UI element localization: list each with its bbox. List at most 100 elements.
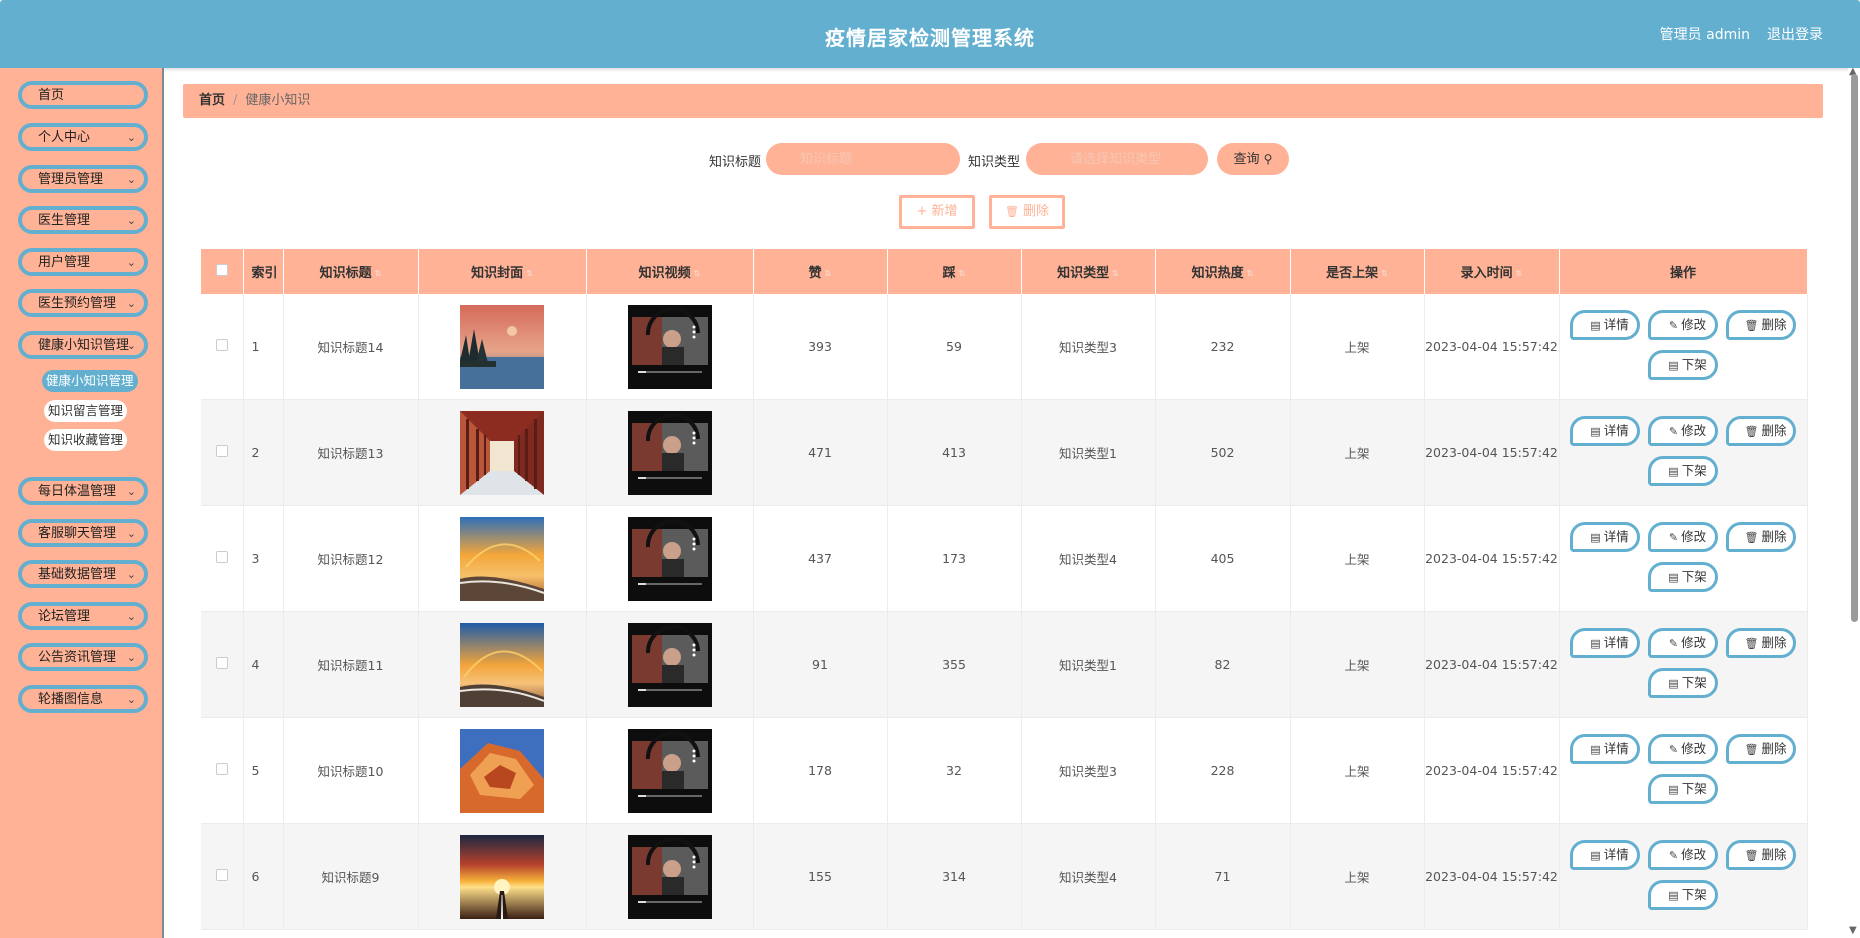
submenu-item-knowledge-comments[interactable]: 知识留言管理	[44, 400, 128, 422]
page-scrollbar[interactable]: ▲ ▼	[1848, 66, 1860, 938]
bulk-delete-button[interactable]: 🗑 删除	[989, 195, 1065, 229]
column-header-title[interactable]: 知识标题 ⇅	[283, 249, 419, 294]
video-thumbnail[interactable]	[627, 728, 712, 813]
sidebar-item-personal-center[interactable]: 个人中心 ⌄	[18, 123, 148, 151]
row-select-cell	[201, 294, 244, 400]
cell-dislikes-value: 32	[946, 763, 962, 778]
table-header-row: 索引 知识标题 ⇅ 知识封面 ⇅ 知识视频 ⇅ 赞 ⇅ 踩 ⇅ 知识类型 ⇅ 知识热度 ⇅ 是否上架 ⇅ 录入时间…	[201, 249, 1808, 294]
add-button[interactable]: + 新增	[899, 195, 975, 229]
cell-likes: 393	[753, 294, 888, 400]
sidebar-item-forum-mgmt[interactable]: 论坛管理 ⌄	[18, 602, 148, 630]
cell-cover	[418, 611, 587, 718]
column-header-likes[interactable]: 赞 ⇅	[753, 249, 888, 294]
type-select[interactable]	[1026, 143, 1208, 175]
sort-icon[interactable]: ⇅	[526, 269, 533, 278]
edit-button[interactable]: ✎ 修改	[1647, 628, 1718, 658]
delete-button[interactable]: 🗑 删除	[1725, 522, 1796, 552]
sort-icon[interactable]: ⇅	[694, 269, 701, 278]
sort-icon[interactable]: ⇅	[1247, 269, 1254, 278]
video-thumbnail[interactable]	[627, 834, 712, 919]
column-header-cover[interactable]: 知识封面 ⇅	[418, 249, 587, 294]
select-all-checkbox[interactable]	[215, 263, 228, 276]
offshelf-button[interactable]: ▤ 下架	[1647, 880, 1718, 910]
cell-type: 知识类型4	[1021, 505, 1156, 612]
row-checkbox[interactable]	[215, 657, 228, 669]
sidebar-item-user-mgmt[interactable]: 用户管理 ⌄	[18, 248, 148, 276]
breadcrumb-home[interactable]: 首页	[199, 93, 225, 108]
detail-button[interactable]: ▤ 详情	[1569, 522, 1640, 552]
row-checkbox[interactable]	[215, 869, 228, 881]
detail-button-label: 详情	[1603, 635, 1629, 650]
sidebar-item-temperature-mgmt[interactable]: 每日体温管理 ⌄	[18, 477, 148, 505]
video-thumbnail[interactable]	[627, 516, 712, 601]
sort-icon[interactable]: ⇅	[375, 269, 382, 278]
delete-button[interactable]: 🗑 删除	[1725, 734, 1796, 764]
edit-button[interactable]: ✎ 修改	[1647, 310, 1718, 340]
sidebar-item-appointment-mgmt[interactable]: 医生预约管理 ⌄	[18, 289, 148, 317]
document-icon: ▤	[1590, 319, 1601, 332]
sidebar-item-chat-mgmt[interactable]: 客服聊天管理 ⌄	[18, 519, 148, 547]
column-header-type[interactable]: 知识类型 ⇅	[1021, 249, 1156, 294]
row-checkbox[interactable]	[215, 551, 228, 563]
column-header-time[interactable]: 录入时间 ⇅	[1424, 249, 1560, 294]
delete-button[interactable]: 🗑 删除	[1725, 840, 1796, 870]
table-row: 2 知识标题13 471 413 知识类型1 502 上架 2023-04-04 15:57:…	[201, 399, 1808, 506]
scroll-down-icon[interactable]: ▼	[1849, 925, 1857, 936]
offshelf-button[interactable]: ▤ 下架	[1647, 774, 1718, 804]
video-thumbnail[interactable]	[627, 304, 712, 389]
offshelf-button[interactable]: ▤ 下架	[1647, 668, 1718, 698]
sort-icon[interactable]: ⇅	[959, 269, 966, 278]
document-icon: ▤	[1668, 359, 1679, 372]
sidebar-item-knowledge-mgmt[interactable]: 健康小知识管理 ⌄	[18, 331, 148, 359]
sidebar-item-carousel-mgmt[interactable]: 轮播图信息 ⌄	[18, 685, 148, 713]
edit-button[interactable]: ✎ 修改	[1647, 734, 1718, 764]
video-thumbnail[interactable]	[627, 410, 712, 495]
video-thumbnail[interactable]	[627, 622, 712, 707]
row-checkbox[interactable]	[215, 445, 228, 457]
query-button[interactable]: 查询 ⚲	[1217, 143, 1289, 175]
sidebar-item-home[interactable]: 首页	[18, 81, 148, 109]
logout-button[interactable]: 退出登录	[1767, 24, 1823, 44]
sidebar-item-news-mgmt[interactable]: 公告资讯管理 ⌄	[18, 643, 148, 671]
delete-button[interactable]: 🗑 删除	[1725, 310, 1796, 340]
document-icon: ▤	[1668, 571, 1679, 584]
delete-button[interactable]: 🗑 删除	[1725, 416, 1796, 446]
cell-status-value: 上架	[1344, 658, 1370, 673]
detail-button[interactable]: ▤ 详情	[1569, 840, 1640, 870]
column-header-status[interactable]: 是否上架 ⇅	[1290, 249, 1425, 294]
cell-likes: 437	[753, 505, 888, 612]
edit-button[interactable]: ✎ 修改	[1647, 522, 1718, 552]
column-header-heat[interactable]: 知识热度 ⇅	[1155, 249, 1291, 294]
scrollbar-thumb[interactable]	[1851, 74, 1858, 622]
title-search-input[interactable]	[766, 143, 960, 175]
column-header-video[interactable]: 知识视频 ⇅	[586, 249, 754, 294]
cell-time-value: 2023-04-04 15:57:42	[1425, 869, 1558, 884]
sort-icon[interactable]: ⇅	[1516, 269, 1523, 278]
edit-button[interactable]: ✎ 修改	[1647, 416, 1718, 446]
submenu-item-knowledge-favorites[interactable]: 知识收藏管理	[44, 429, 128, 451]
sidebar-item-base-data-mgmt[interactable]: 基础数据管理 ⌄	[18, 560, 148, 588]
detail-button[interactable]: ▤ 详情	[1569, 734, 1640, 764]
row-checkbox[interactable]	[215, 339, 228, 351]
trash-icon: 🗑	[1744, 637, 1759, 650]
offshelf-button[interactable]: ▤ 下架	[1647, 350, 1718, 380]
sort-icon[interactable]: ⇅	[825, 269, 832, 278]
detail-button[interactable]: ▤ 详情	[1569, 416, 1640, 446]
offshelf-button[interactable]: ▤ 下架	[1647, 456, 1718, 486]
delete-button[interactable]: 🗑 删除	[1725, 628, 1796, 658]
cell-operations: ▤ 详情 ✎ 修改 🗑 删除 ▤ 下架	[1559, 505, 1808, 612]
column-header-dislikes[interactable]: 踩 ⇅	[887, 249, 1022, 294]
sidebar-item-doctor-mgmt[interactable]: 医生管理 ⌄	[18, 206, 148, 234]
cell-operations: ▤ 详情 ✎ 修改 🗑 删除 ▤ 下架	[1559, 294, 1808, 400]
detail-button[interactable]: ▤ 详情	[1569, 310, 1640, 340]
submenu-item-knowledge[interactable]: 健康小知识管理	[42, 370, 138, 392]
edit-button[interactable]: ✎ 修改	[1647, 840, 1718, 870]
sidebar-item-admin-mgmt[interactable]: 管理员管理 ⌄	[18, 165, 148, 193]
row-checkbox[interactable]	[215, 763, 228, 775]
offshelf-button[interactable]: ▤ 下架	[1647, 562, 1718, 592]
detail-button[interactable]: ▤ 详情	[1569, 628, 1640, 658]
sort-icon[interactable]: ⇅	[1381, 269, 1388, 278]
document-icon: ▤	[1668, 783, 1679, 796]
cell-time-value: 2023-04-04 15:57:42	[1425, 763, 1558, 778]
sort-icon[interactable]: ⇅	[1112, 269, 1119, 278]
